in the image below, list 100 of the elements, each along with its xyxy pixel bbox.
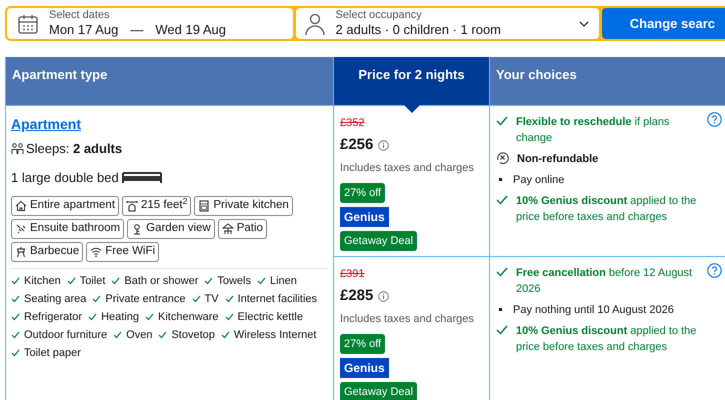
- facility-text: Refrigerator: [24, 310, 82, 325]
- check-icon: [111, 277, 120, 285]
- feature-label: Ensuite bathroom: [30, 221, 120, 236]
- check-icon: [66, 277, 76, 285]
- info-icon: [378, 140, 390, 151]
- occupancy-field[interactable]: Select occupancy 2 adults · 0 children · 1 room: [296, 8, 599, 39]
- house-icon: [15, 200, 27, 212]
- choice-text: 10% Genius discount applied to the price before taxes and charges: [516, 324, 698, 355]
- field-label: Select dates: [49, 8, 111, 22]
- help-icon[interactable]: [707, 263, 722, 278]
- people-icon: [11, 142, 24, 155]
- bullet-icon: [499, 308, 502, 311]
- facility-text: Kitchen: [24, 274, 61, 289]
- original-price: £352: [340, 116, 364, 130]
- date-field[interactable]: Select dates Mon 17 Aug — Wed 19 Aug: [7, 8, 293, 39]
- facility-text: TV: [204, 292, 219, 307]
- genius-badge: Genius: [340, 207, 389, 227]
- check-icon: [224, 313, 234, 321]
- check-icon: [158, 331, 168, 339]
- check-icon: [204, 277, 214, 285]
- price-note: Includes taxes and charges: [340, 160, 474, 176]
- cross-circle-icon: [496, 151, 509, 164]
- facility-text: Wireless Internet: [234, 328, 316, 343]
- choice-text: Pay nothing until 10 August 2026: [513, 303, 674, 318]
- feature-label: 215 feet$^{2}$: [141, 197, 188, 214]
- check-icon: [496, 116, 508, 126]
- parasol-icon: [222, 223, 234, 235]
- feature-label: Entire apartment: [30, 198, 116, 214]
- facility-text: Bath or shower: [124, 274, 198, 289]
- chevron-down-icon: [578, 20, 589, 26]
- facility-text: Electric kettle: [238, 310, 303, 325]
- check-icon: [92, 295, 102, 303]
- check-icon: [220, 331, 230, 339]
- deal-badge: 27% off: [340, 334, 386, 354]
- checkout-date: Wed 19 Aug: [155, 22, 226, 38]
- choice-text: Flexible to reschedule if plans change: [516, 115, 670, 146]
- deal-badge: Getaway Deal: [340, 231, 418, 251]
- facility-text: Linen: [270, 274, 297, 289]
- genius-badge: Genius: [340, 358, 389, 378]
- check-icon: [11, 331, 20, 339]
- help-icon[interactable]: [707, 112, 722, 127]
- field-label: Select occupancy: [336, 8, 423, 22]
- oven-icon: [198, 200, 210, 212]
- check-icon: [11, 277, 20, 285]
- choice-text: Free cancellation before 12 August 2026: [516, 266, 694, 297]
- facility-text: Towels: [217, 274, 251, 289]
- choice-text: Pay online: [513, 173, 564, 188]
- feature-label: Garden view: [146, 221, 211, 236]
- column-header: Your choices: [490, 57, 725, 105]
- facility-text: Seating area: [24, 292, 86, 307]
- deal-badge: Getaway Deal: [340, 382, 418, 400]
- facility-text: Toilet paper: [24, 346, 81, 361]
- check-icon: [145, 313, 154, 321]
- check-icon: [88, 313, 98, 321]
- choice-text: Non-refundable: [517, 152, 598, 167]
- bed-icon: [122, 170, 162, 184]
- date-separator: —: [130, 22, 144, 38]
- check-icon: [257, 277, 266, 285]
- person-icon: [304, 12, 326, 36]
- check-icon: [11, 313, 20, 321]
- pointer-icon: [404, 105, 420, 113]
- wifi-icon: [90, 246, 102, 258]
- feature-label: Barbecue: [30, 244, 80, 260]
- feature-label: Free WiFi: [105, 244, 156, 260]
- price: £256: [340, 135, 374, 155]
- facility-text: Kitchenware: [158, 310, 219, 325]
- check-icon: [224, 295, 234, 303]
- check-icon: [192, 295, 200, 303]
- check-icon: [11, 295, 20, 303]
- grill-icon: [15, 246, 27, 258]
- price: £285: [340, 286, 374, 306]
- facility-text: Private entrance: [105, 292, 186, 307]
- check-icon: [496, 267, 508, 277]
- change-search-button[interactable]: Change searc: [602, 8, 725, 39]
- facility-text: Stovetop: [171, 328, 215, 343]
- feature-label: Private kitchen: [213, 198, 289, 214]
- facility-text: Heating: [101, 310, 139, 325]
- column-header: Apartment type: [6, 57, 334, 105]
- check-icon: [496, 195, 508, 205]
- facility-text: Outdoor furniture: [24, 328, 108, 343]
- calendar-icon: [17, 12, 39, 34]
- bed-text: 1 large double bed: [11, 168, 119, 187]
- feature-label: Patio: [236, 221, 263, 236]
- facility-text: Oven: [126, 328, 152, 343]
- sleeps-text: Sleeps: 2 adults: [26, 140, 122, 158]
- facility-text: Internet facilities: [238, 292, 318, 307]
- occupancy-value: 2 adults · 0 children · 1 room: [336, 22, 502, 38]
- choice-text: 10% Genius discount applied to the price before taxes and charges: [516, 194, 698, 225]
- facility-text: Toilet: [80, 274, 106, 289]
- deal-badge: 27% off: [340, 183, 386, 203]
- price-note: Includes taxes and charges: [340, 312, 474, 326]
- apartment-link[interactable]: Apartment: [11, 115, 82, 133]
- check-icon: [113, 331, 122, 339]
- original-price: £391: [340, 267, 364, 281]
- check-icon: [496, 325, 508, 335]
- checkin-date: Mon 17 Aug: [49, 22, 118, 38]
- info-icon: [378, 290, 390, 302]
- check-icon: [11, 349, 20, 357]
- bullet-icon: [499, 178, 502, 181]
- area-icon: [126, 200, 138, 212]
